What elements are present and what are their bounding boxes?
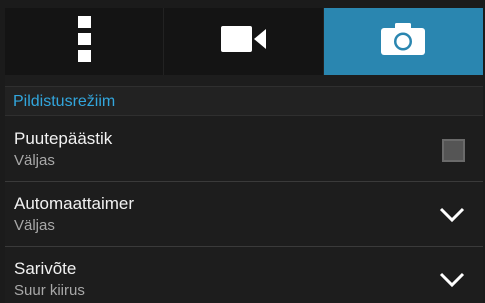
touch-shutter-checkbox[interactable] — [442, 139, 465, 162]
setting-value: Väljas — [14, 152, 55, 169]
camera-settings-panel: Pildistusrežiim Puutepäästik Väljas Auto… — [5, 8, 483, 303]
setting-title: Automaattaimer — [14, 194, 134, 213]
divider — [5, 181, 483, 182]
video-camera-icon — [220, 24, 267, 59]
mode-tab-bar — [5, 8, 483, 75]
setting-title: Puutepäästik — [14, 129, 113, 148]
tab-video-mode[interactable] — [164, 8, 324, 75]
chevron-down-icon[interactable] — [439, 268, 465, 290]
divider — [5, 246, 483, 247]
setting-self-timer[interactable]: Automaattaimer Väljas — [5, 183, 483, 247]
setting-value: Suur kiirus — [14, 282, 85, 299]
more-vertical-icon — [77, 16, 92, 67]
camera-icon — [381, 23, 426, 60]
chevron-down-icon[interactable] — [439, 203, 465, 225]
setting-value: Väljas — [14, 217, 55, 234]
setting-burst-shot[interactable]: Sarivõte Suur kiirus — [5, 248, 483, 303]
tab-more-options[interactable] — [5, 8, 165, 75]
setting-touch-shutter[interactable]: Puutepäästik Väljas — [5, 118, 483, 182]
setting-title: Sarivõte — [14, 259, 77, 278]
section-header-shooting-mode: Pildistusrežiim — [5, 86, 483, 116]
tab-photo-mode[interactable] — [323, 8, 483, 75]
